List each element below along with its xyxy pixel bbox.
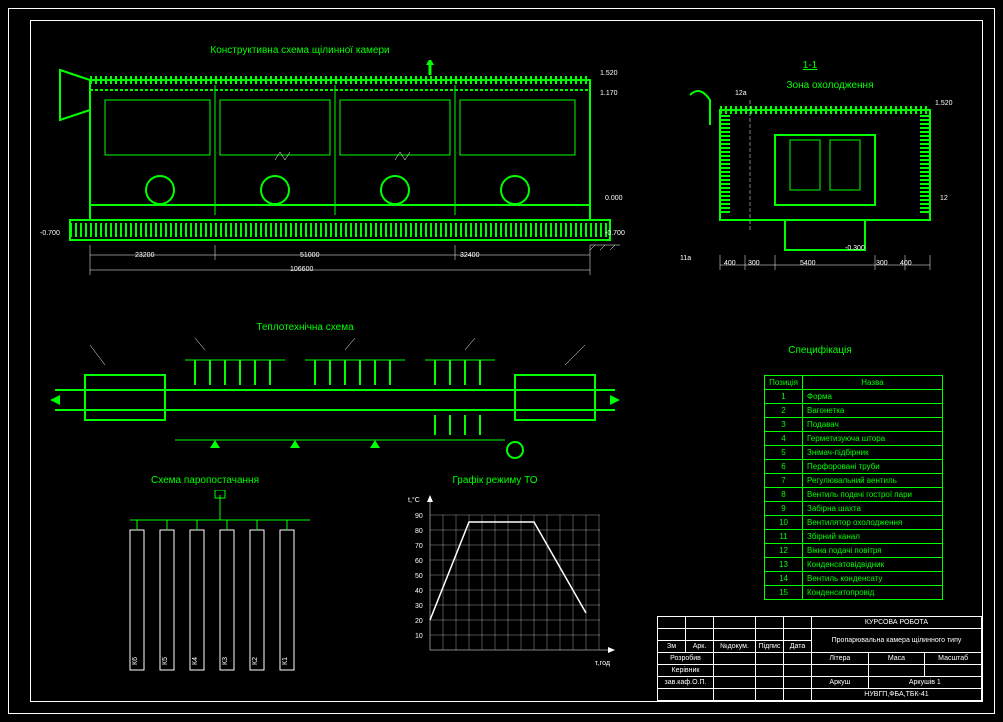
thermal-scheme-drawing: [45, 335, 625, 465]
steam-title: Схема паропостачання: [130, 475, 280, 486]
svg-text:50: 50: [415, 573, 423, 580]
spec-col-pos: Позиція: [765, 376, 803, 390]
sec-w5: 400: [900, 260, 912, 267]
table-row: 4Герметизуюча штора: [765, 432, 943, 446]
chart-title: Графік режиму ТО: [420, 475, 570, 486]
table-row: 1Форма: [765, 390, 943, 404]
dim-seg2: 51000: [300, 252, 319, 259]
k1-label: К1: [282, 657, 289, 665]
svg-text:t,°C: t,°C: [408, 496, 420, 504]
sec-w4: 300: [876, 260, 888, 267]
svg-text:τ,год: τ,год: [595, 660, 610, 667]
svg-text:20: 20: [415, 618, 423, 625]
sec-w1: 400: [724, 260, 736, 267]
k6-label: К6: [132, 657, 139, 665]
k4-label: К4: [192, 657, 199, 665]
svg-text:70: 70: [415, 543, 423, 550]
section-label: 1-1: [790, 60, 830, 71]
table-row: 3Подавач: [765, 418, 943, 432]
k2-label: К2: [252, 657, 259, 665]
table-row: 5Знімач-підбірник: [765, 446, 943, 460]
dim-seg1: 23200: [135, 252, 154, 259]
table-row: 11Збірний канал: [765, 530, 943, 544]
svg-text:60: 60: [415, 558, 423, 565]
svg-text:90: 90: [415, 513, 423, 520]
table-row: 12Вікна подачі повітря: [765, 544, 943, 558]
sec-w2: 300: [748, 260, 760, 267]
spec-title: Специфікація: [760, 345, 880, 356]
main-section-drawing: [50, 60, 620, 310]
table-row: 13Конденсатовідвідник: [765, 558, 943, 572]
sec-w3: 5400: [800, 260, 816, 267]
k5-label: К5: [162, 657, 169, 665]
sec-ref12a: 12а: [735, 90, 747, 97]
k3-label: К3: [222, 657, 229, 665]
tb-main-title: Пропарювальна камера щілинного типу: [812, 629, 982, 653]
specification-table: Позиція Назва 1Форма2Вагонетка3Подавач4Г…: [764, 375, 943, 600]
lev-low-left: -0.700: [40, 230, 60, 237]
svg-text:40: 40: [415, 588, 423, 595]
sec-ref11a: 11а: [680, 255, 691, 262]
table-row: 7Регулювальний вентиль: [765, 474, 943, 488]
dim-seg3: 32400: [460, 252, 479, 259]
main-title: Конструктивна схема щілинної камери: [150, 45, 450, 56]
sec-ref12: 12: [940, 195, 948, 202]
sec-hlow: -0.300: [845, 245, 865, 252]
svg-text:80: 80: [415, 528, 423, 535]
steam-supply-drawing: К6 К5 К4 К3 К2 К1: [100, 490, 350, 690]
svg-text:30: 30: [415, 603, 423, 610]
table-row: 10Вентилятор охолодження: [765, 516, 943, 530]
table-row: 15Конденсатопровід: [765, 586, 943, 600]
lev-pit: -0.700: [605, 230, 625, 237]
sec-h1: 1.520: [935, 100, 953, 107]
lev-mid: 1.170: [600, 90, 618, 97]
spec-col-name: Назва: [803, 376, 943, 390]
tb-code: НУВГП,ФБА,ТБК-41: [812, 689, 982, 701]
tb-heading: КУРСОВА РОБОТА: [812, 617, 982, 629]
cross-section-drawing: [670, 80, 970, 280]
table-row: 9Забірна шахта: [765, 502, 943, 516]
regime-chart: 10 20 30 40 50 60 70 80 90 t,°C τ,год: [400, 490, 630, 680]
table-row: 8Вентиль подачі гострої пари: [765, 488, 943, 502]
lev-top: 1.520: [600, 70, 618, 77]
svg-text:10: 10: [415, 633, 423, 640]
title-block: КУРСОВА РОБОТА Пропарювальна камера щіли…: [657, 616, 982, 701]
table-row: 2Вагонетка: [765, 404, 943, 418]
lev-zero: 0.000: [605, 195, 623, 202]
dim-total: 106600: [290, 266, 313, 273]
thermal-title: Теплотехнічна схема: [230, 322, 380, 333]
table-row: 6Перфоровані труби: [765, 460, 943, 474]
table-row: 14Вентиль конденсату: [765, 572, 943, 586]
